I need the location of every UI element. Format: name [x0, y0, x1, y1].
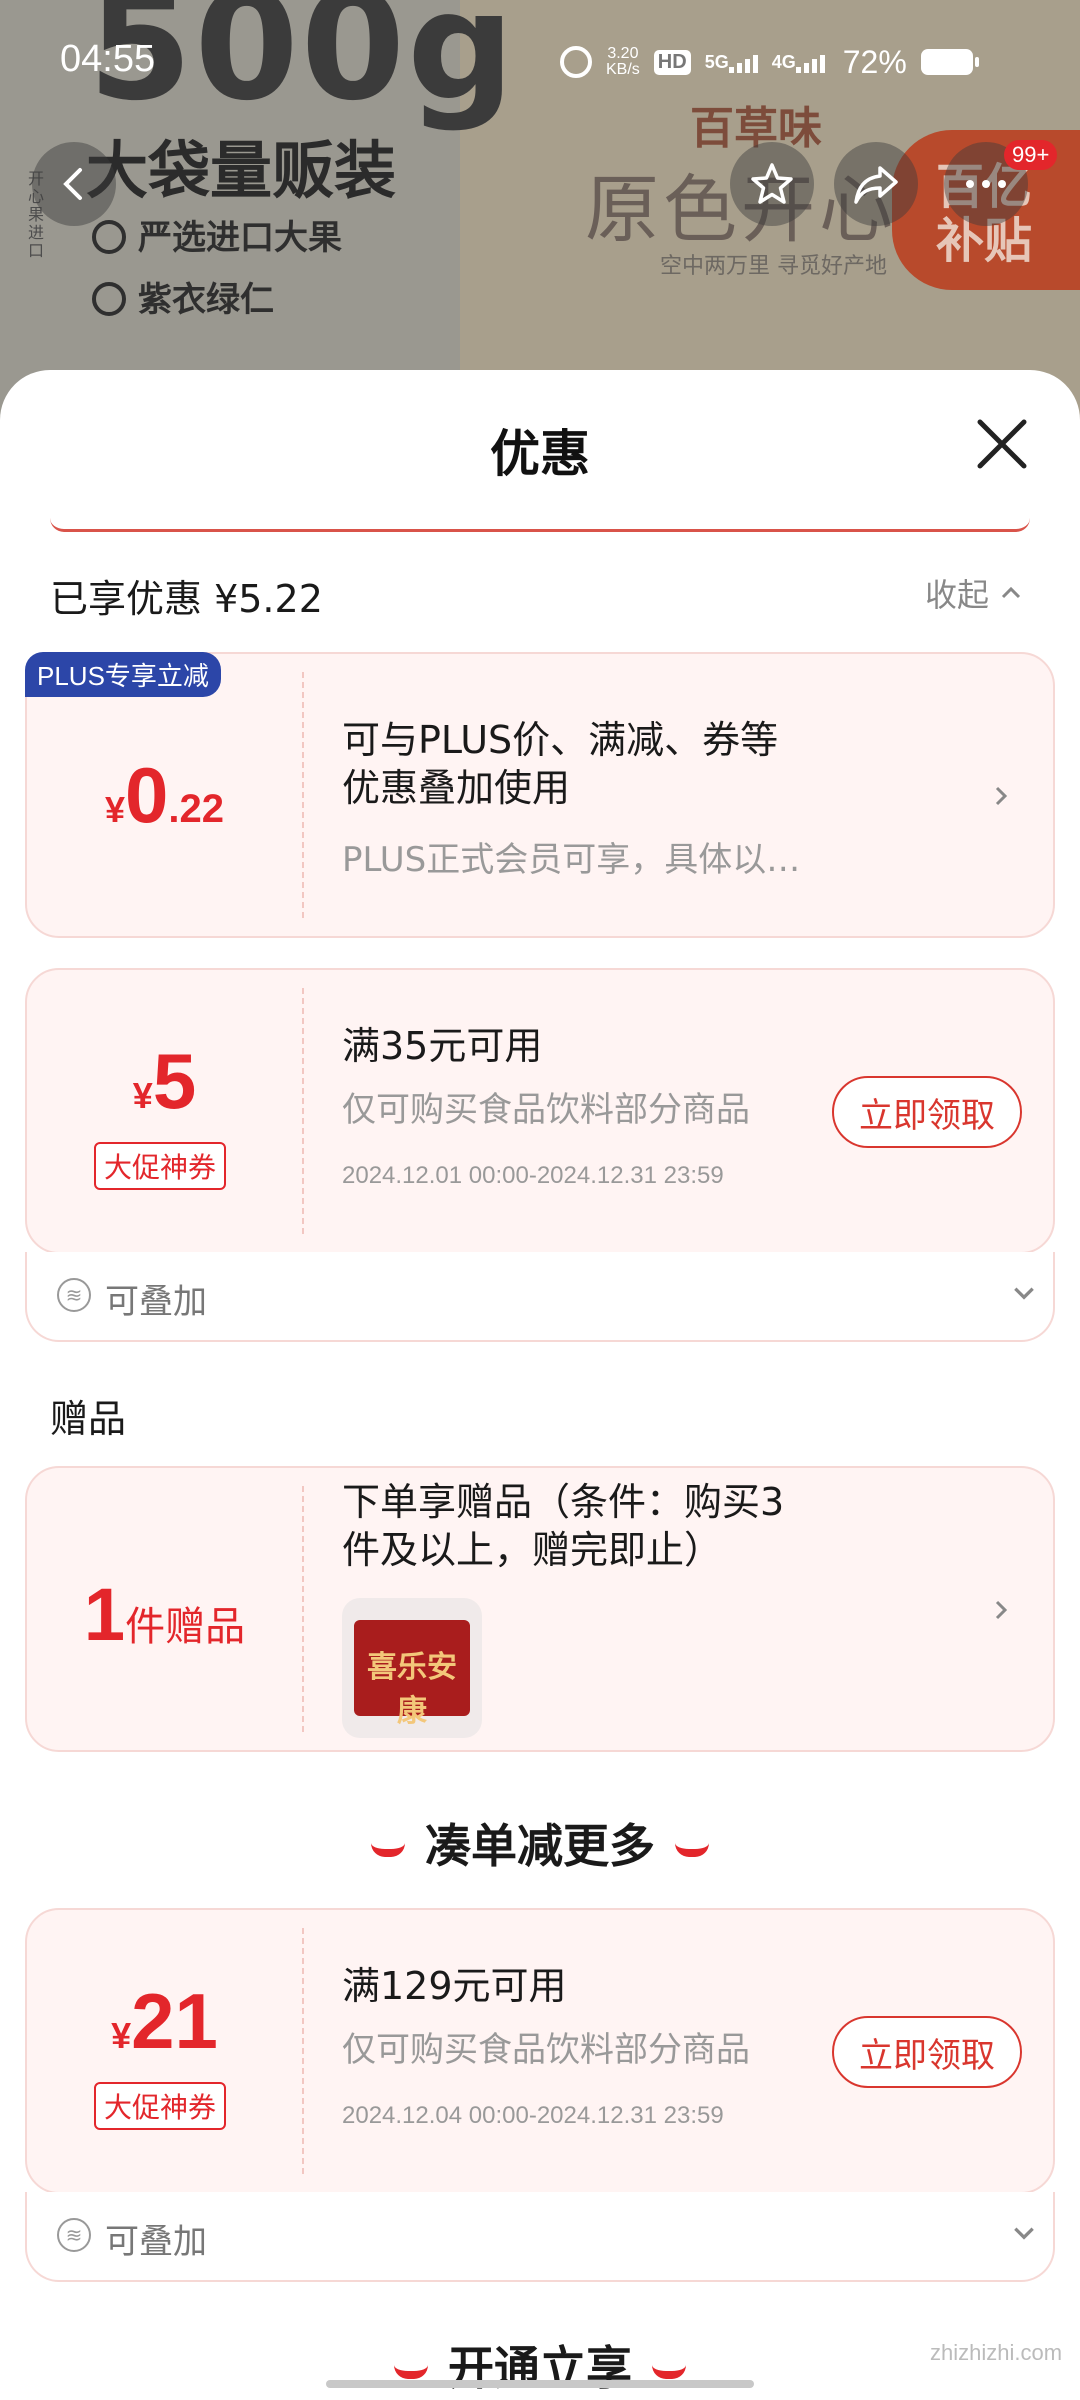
- coupon-card: ¥5 大促神券 满35元可用 仅可购买食品饮料部分商品 2024.12.01 0…: [25, 968, 1055, 1254]
- product-feature-2: 紫衣绿仁: [92, 272, 274, 321]
- chevron-right-icon: [995, 786, 1008, 806]
- close-icon[interactable]: [972, 414, 1032, 474]
- coupon-date: 2024.12.04 00:00-2024.12.31 23:59: [342, 2102, 724, 2129]
- battery-icon: [920, 49, 979, 75]
- plus-title: 可与PLUS价、满减、券等 优惠叠加使用: [342, 718, 779, 810]
- gift-title: 下单享赠品（条件：购买3 件及以上，赠完即止）: [342, 1480, 785, 1572]
- gift-count: 1件赠品: [83, 1573, 246, 1656]
- gift-bag-text: 喜乐安康: [367, 1650, 457, 1729]
- product-tagline: 空中两万里 寻觅好产地: [660, 254, 887, 279]
- signal-5g-icon: 5G: [705, 52, 758, 73]
- discount-sheet: 优惠 已享优惠 ¥5.22 收起 PLUS专享立减 ¥0.22 可与PLUS价、…: [0, 370, 1080, 2400]
- favorite-button[interactable]: [730, 142, 814, 226]
- more-dots-icon: [966, 180, 1006, 188]
- gift-card[interactable]: 1件赠品 下单享赠品（条件：购买3 件及以上，赠完即止） 喜乐安康: [25, 1466, 1055, 1752]
- smile-decoration-icon: [675, 1843, 709, 1857]
- star-icon: [751, 163, 793, 204]
- stackable-label: 可叠加: [105, 1282, 207, 1322]
- smile-decoration-icon: [652, 2365, 686, 2379]
- plus-amount: ¥0.22: [104, 751, 225, 839]
- gift-section-heading: 赠品: [50, 1397, 127, 1441]
- collapse-toggle[interactable]: 收起: [925, 570, 1023, 616]
- promo-coupon-badge: 大促神券: [94, 1142, 227, 1190]
- open-membership-heading: 开通立享: [0, 2332, 1080, 2398]
- smile-decoration-icon: [371, 1843, 405, 1857]
- share-icon: [854, 166, 898, 204]
- battery-percent: 72%: [842, 43, 907, 80]
- check-icon: [92, 282, 126, 316]
- stack-icon: ≋: [57, 1278, 91, 1312]
- network-speed: 3.20 KB/s: [606, 45, 640, 78]
- share-button[interactable]: [834, 142, 918, 226]
- status-bar: 04:55 3.20 KB/s HD 5G 4G 72%: [0, 0, 1080, 120]
- gift-thumbnail[interactable]: 喜乐安康: [342, 1598, 482, 1738]
- notification-badge: 99+: [1004, 140, 1058, 170]
- chevron-up-icon: [1001, 586, 1021, 599]
- product-pack-text: 大袋量贩装: [86, 134, 397, 207]
- plus-tag: PLUS专享立减: [25, 652, 221, 697]
- hd-icon: HD: [653, 49, 691, 75]
- sheet-title: 优惠: [490, 425, 590, 483]
- status-time: 04:55: [60, 38, 156, 80]
- claim-coupon-button[interactable]: 立即领取: [832, 2016, 1022, 2088]
- coupon-title: 满35元可用: [342, 1024, 543, 1068]
- card-divider: [302, 988, 304, 1234]
- enjoyed-discount-label: 已享优惠 ¥5.22: [50, 577, 323, 621]
- coupon-title: 满129元可用: [342, 1964, 567, 2008]
- card-divider: [302, 672, 304, 918]
- stackable-row[interactable]: ≋ 可叠加: [25, 1252, 1055, 1342]
- chevron-down-icon: [1014, 2227, 1034, 2240]
- stackable-label: 可叠加: [105, 2222, 207, 2262]
- home-indicator[interactable]: [326, 2380, 754, 2388]
- signal-4g-icon: 4G: [772, 52, 825, 73]
- coupon-date: 2024.12.01 00:00-2024.12.31 23:59: [342, 1162, 724, 1189]
- coupon-desc: 仅可购买食品饮料部分商品: [342, 1090, 750, 1130]
- product-feature-1: 严选进口大果: [92, 210, 342, 259]
- check-icon: [92, 220, 126, 254]
- more-discounts-heading: 凑单减更多: [0, 1810, 1080, 1876]
- stackable-row[interactable]: ≋ 可叠加: [25, 2192, 1055, 2282]
- chevron-right-icon: [995, 1600, 1008, 1620]
- coupon-amount: ¥21: [111, 1977, 218, 2065]
- status-icons: 3.20 KB/s HD 5G 4G 72%: [560, 43, 979, 80]
- coupon-card: ¥21 大促神券 满129元可用 仅可购买食品饮料部分商品 2024.12.04…: [25, 1908, 1055, 2194]
- chevron-left-icon: [63, 168, 82, 200]
- coupon-amount: ¥5: [132, 1037, 197, 1125]
- claim-coupon-button[interactable]: 立即领取: [832, 1076, 1022, 1148]
- promo-coupon-badge: 大促神券: [94, 2082, 227, 2130]
- back-button[interactable]: [32, 142, 116, 226]
- watermark: zhizhizhi.com: [930, 2340, 1063, 2365]
- header-divider: [50, 518, 1030, 532]
- chevron-down-icon: [1014, 1287, 1034, 1300]
- smile-decoration-icon: [394, 2365, 428, 2379]
- card-divider: [302, 1486, 304, 1732]
- coupon-desc: 仅可购买食品饮料部分商品: [342, 2030, 750, 2070]
- stack-icon: ≋: [57, 2218, 91, 2252]
- card-divider: [302, 1928, 304, 2174]
- plus-desc: PLUS正式会员可享，具体以…: [342, 840, 801, 880]
- alarm-icon: [560, 46, 592, 78]
